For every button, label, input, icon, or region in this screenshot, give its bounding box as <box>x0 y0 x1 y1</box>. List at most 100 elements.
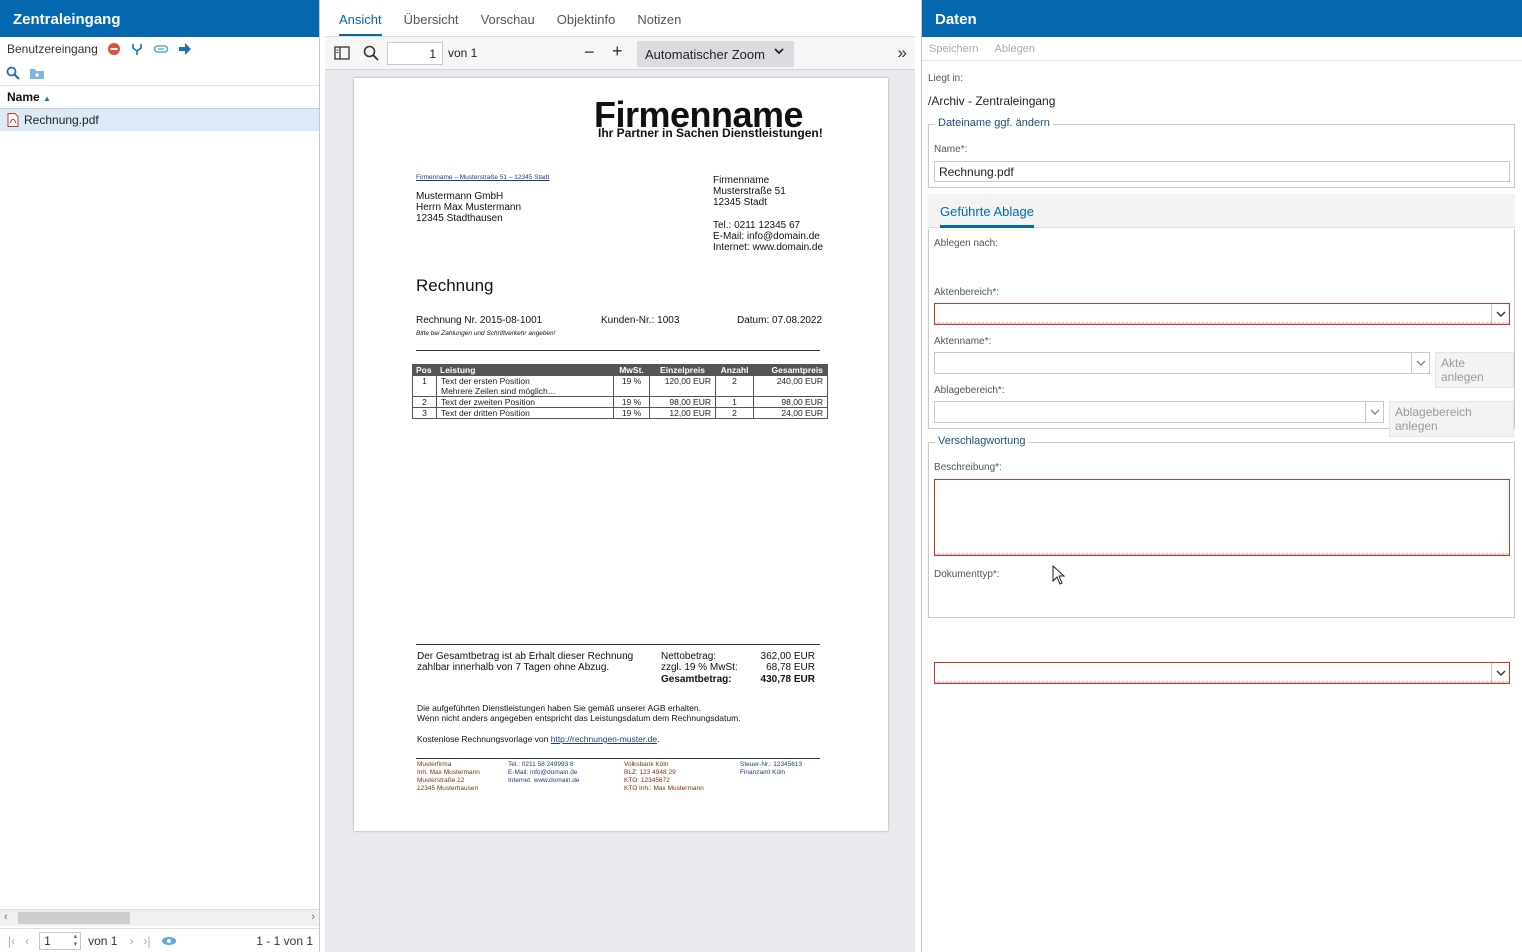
scroll-right-icon[interactable]: › <box>311 911 315 923</box>
doc-table-cell: 12,00 EUR <box>649 407 716 419</box>
doc-table-cell: 19 % <box>613 407 650 419</box>
doc-contact: Internet: www.domain.de <box>713 242 824 253</box>
guided-fieldset: Ablegen nach: Aktenbereich*: Aktenname*:… <box>928 229 1515 437</box>
ablagebereich-label: Ablagebereich*: <box>934 385 1005 396</box>
chevron-down-icon[interactable] <box>1365 402 1383 422</box>
tab-ansicht[interactable]: Ansicht <box>339 12 382 36</box>
tab-vorschau[interactable]: Vorschau <box>481 12 535 36</box>
doc-payment-text: zahlbar innerhalb von 7 Tagen ohne Abzug… <box>417 662 610 673</box>
doc-footer-line: Internet: www.domain.de <box>508 777 580 784</box>
chevron-down-icon[interactable] <box>1491 304 1509 324</box>
page-count: von 1 <box>448 46 478 60</box>
file-button[interactable]: Ablegen <box>995 43 1035 55</box>
tab-uebersicht[interactable]: Übersicht <box>404 12 459 36</box>
zoom-out-icon[interactable]: − <box>584 42 595 63</box>
sidebar-toggle-icon[interactable] <box>334 46 350 60</box>
name-field[interactable]: Rechnung.pdf <box>934 161 1510 182</box>
doc-total-label: zzgl. 19 % MwSt: <box>661 662 738 673</box>
remove-icon[interactable] <box>107 42 121 56</box>
doc-template-link[interactable]: http://rechnungen-muster.de <box>551 734 657 744</box>
doc-footer-line: Tel.: 0211 58 249993 8 <box>508 761 574 768</box>
keywords-fieldset: Verschlagwortung Beschreibung*: Dokument… <box>928 435 1515 684</box>
column-header-name[interactable]: Name ▲ <box>0 86 319 109</box>
tab-gefuehrte-ablage[interactable]: Geführte Ablage <box>940 204 1034 228</box>
doc-footer-line: KTO Inh.: Max Mustermann <box>624 785 704 792</box>
dokumenttyp-select[interactable] <box>934 662 1510 684</box>
doc-payment-text: Der Gesamtbetrag ist ab Erhalt dieser Re… <box>417 651 634 662</box>
doc-table-cell: 2 <box>715 375 754 386</box>
next-page-icon[interactable]: › <box>129 934 133 948</box>
last-page-icon[interactable]: ›| <box>143 934 150 948</box>
doc-company-address: Firmenname <box>713 175 770 186</box>
doc-th: Pos <box>412 364 437 376</box>
doc-divider <box>416 644 820 645</box>
create-area-button[interactable]: Ablagebereich anlegen <box>1389 401 1514 437</box>
column-name-label: Name <box>7 90 40 104</box>
zoom-in-icon[interactable]: + <box>612 41 623 62</box>
pager-page-input[interactable]: 1 ▴ ▾ <box>39 931 82 950</box>
chevron-down-icon[interactable] <box>1411 353 1429 373</box>
doc-table-row: 2 Text der zweiten Position 19 % 98,00 EUR 1… <box>412 396 828 408</box>
doc-table-body: 1 Text der ersten Position 19 % 120,00 EUR 2… <box>412 375 828 419</box>
scroll-left-icon[interactable]: ‹ <box>4 911 8 923</box>
chevron-down-icon <box>774 46 784 56</box>
doc-footer-line: Musterfirma <box>417 761 452 768</box>
doc-total-value: 430,78 EUR <box>760 674 815 685</box>
chevron-down-icon[interactable] <box>1491 663 1509 683</box>
doc-footer-line: Finanzamt Köln <box>740 769 786 776</box>
save-button[interactable]: Speichern <box>929 43 979 55</box>
doc-company-address: 12345 Stadt <box>713 197 767 208</box>
data-panel-title: Daten <box>922 0 1522 37</box>
doc-footer-line: Musterstraße 12 <box>417 777 465 784</box>
doc-divider <box>416 758 820 759</box>
name-label: Name*: <box>934 144 968 155</box>
search-icon[interactable] <box>6 66 20 80</box>
doc-table-cell: 3 <box>412 407 437 419</box>
doc-table-cell: 1 <box>412 375 437 386</box>
doc-footer-line: Volksbank Köln <box>624 761 669 768</box>
doc-table: Pos Leistung MwSt. Einzelpreis Anzahl Ge… <box>412 364 828 419</box>
doc-footer-line: BLZ: 123 4948 29 <box>624 769 676 776</box>
file-row[interactable]: Rechnung.pdf <box>0 109 319 131</box>
pager-of: von 1 <box>88 933 118 948</box>
doc-table-cell: Text der ersten Position <box>436 375 614 386</box>
data-panel: Daten Speichern Ablegen Liegt in: /Archi… <box>921 0 1522 952</box>
spinner-icon[interactable]: ▴ ▾ <box>74 933 78 949</box>
doc-footer-line: KTO: 12345672 <box>624 777 670 784</box>
tab-objektinfo[interactable]: Objektinfo <box>557 12 616 36</box>
left-toolbar: Benutzereingang <box>0 37 319 61</box>
workflow-icon[interactable] <box>130 42 144 56</box>
tab-notizen[interactable]: Notizen <box>637 12 681 36</box>
aktenbereich-select[interactable] <box>934 303 1510 325</box>
doc-table-cell: 19 % <box>613 375 650 386</box>
beschreibung-textarea[interactable] <box>934 479 1510 556</box>
zoom-select[interactable]: Automatischer Zoom <box>637 41 794 67</box>
horizontal-scrollbar[interactable]: ‹ › <box>0 909 319 926</box>
doc-table-cell: 1 <box>715 396 754 408</box>
eye-icon[interactable] <box>161 936 177 946</box>
attach-icon[interactable] <box>153 42 169 56</box>
file-to-label: Ablegen nach: <box>934 238 998 249</box>
page-number-input[interactable]: 1 <box>387 42 443 65</box>
keywords-legend: Verschlagwortung <box>935 435 1029 447</box>
find-icon[interactable] <box>363 45 379 61</box>
aktenname-select[interactable] <box>934 352 1430 374</box>
new-folder-icon[interactable] <box>29 67 45 80</box>
dokumenttyp-label: Dokumenttyp*: <box>934 569 1000 580</box>
more-tools-icon[interactable]: » <box>898 43 907 63</box>
forward-arrow-icon[interactable] <box>178 42 192 56</box>
doc-footer-col: Steuer-Nr.: 12345613 Finanzamt Köln <box>740 761 802 777</box>
rename-fieldset: Dateiname ggf. ändern Name*: Rechnung.pd… <box>928 117 1515 188</box>
doc-th: Einzelpreis <box>649 364 716 376</box>
first-page-icon[interactable]: |‹ <box>8 934 15 948</box>
doc-table-cell <box>412 386 437 397</box>
ablagebereich-select[interactable] <box>934 401 1384 423</box>
scrollbar-thumb[interactable] <box>18 912 130 924</box>
create-file-button[interactable]: Akte anlegen <box>1435 352 1514 388</box>
prev-page-icon[interactable]: ‹ <box>25 934 29 948</box>
location-label: Liegt in: <box>928 73 964 84</box>
doc-slogan: Ihr Partner in Sachen Dienstleistungen! <box>598 126 823 140</box>
doc-table-cell: 98,00 EUR <box>753 396 828 408</box>
guided-tabbar: Geführte Ablage <box>928 194 1515 228</box>
inbox-label[interactable]: Benutzereingang <box>7 42 98 56</box>
